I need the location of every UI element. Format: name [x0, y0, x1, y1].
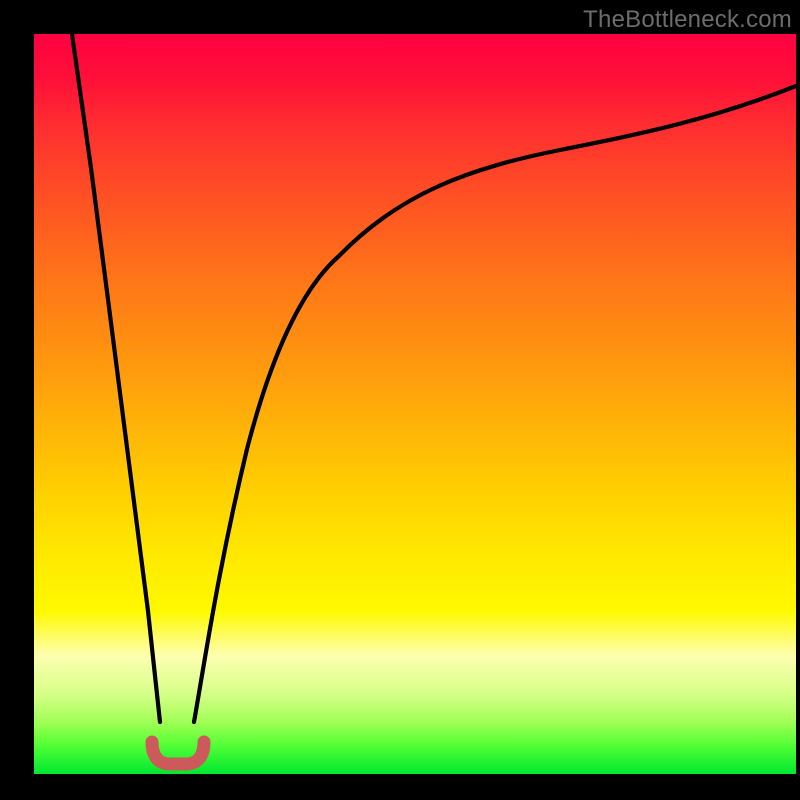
left-branch-line	[72, 34, 160, 722]
right-branch-line	[194, 86, 796, 722]
chart-curves	[0, 0, 800, 800]
valley-marker	[152, 742, 204, 764]
chart-frame: TheBottleneck.com	[0, 0, 800, 800]
